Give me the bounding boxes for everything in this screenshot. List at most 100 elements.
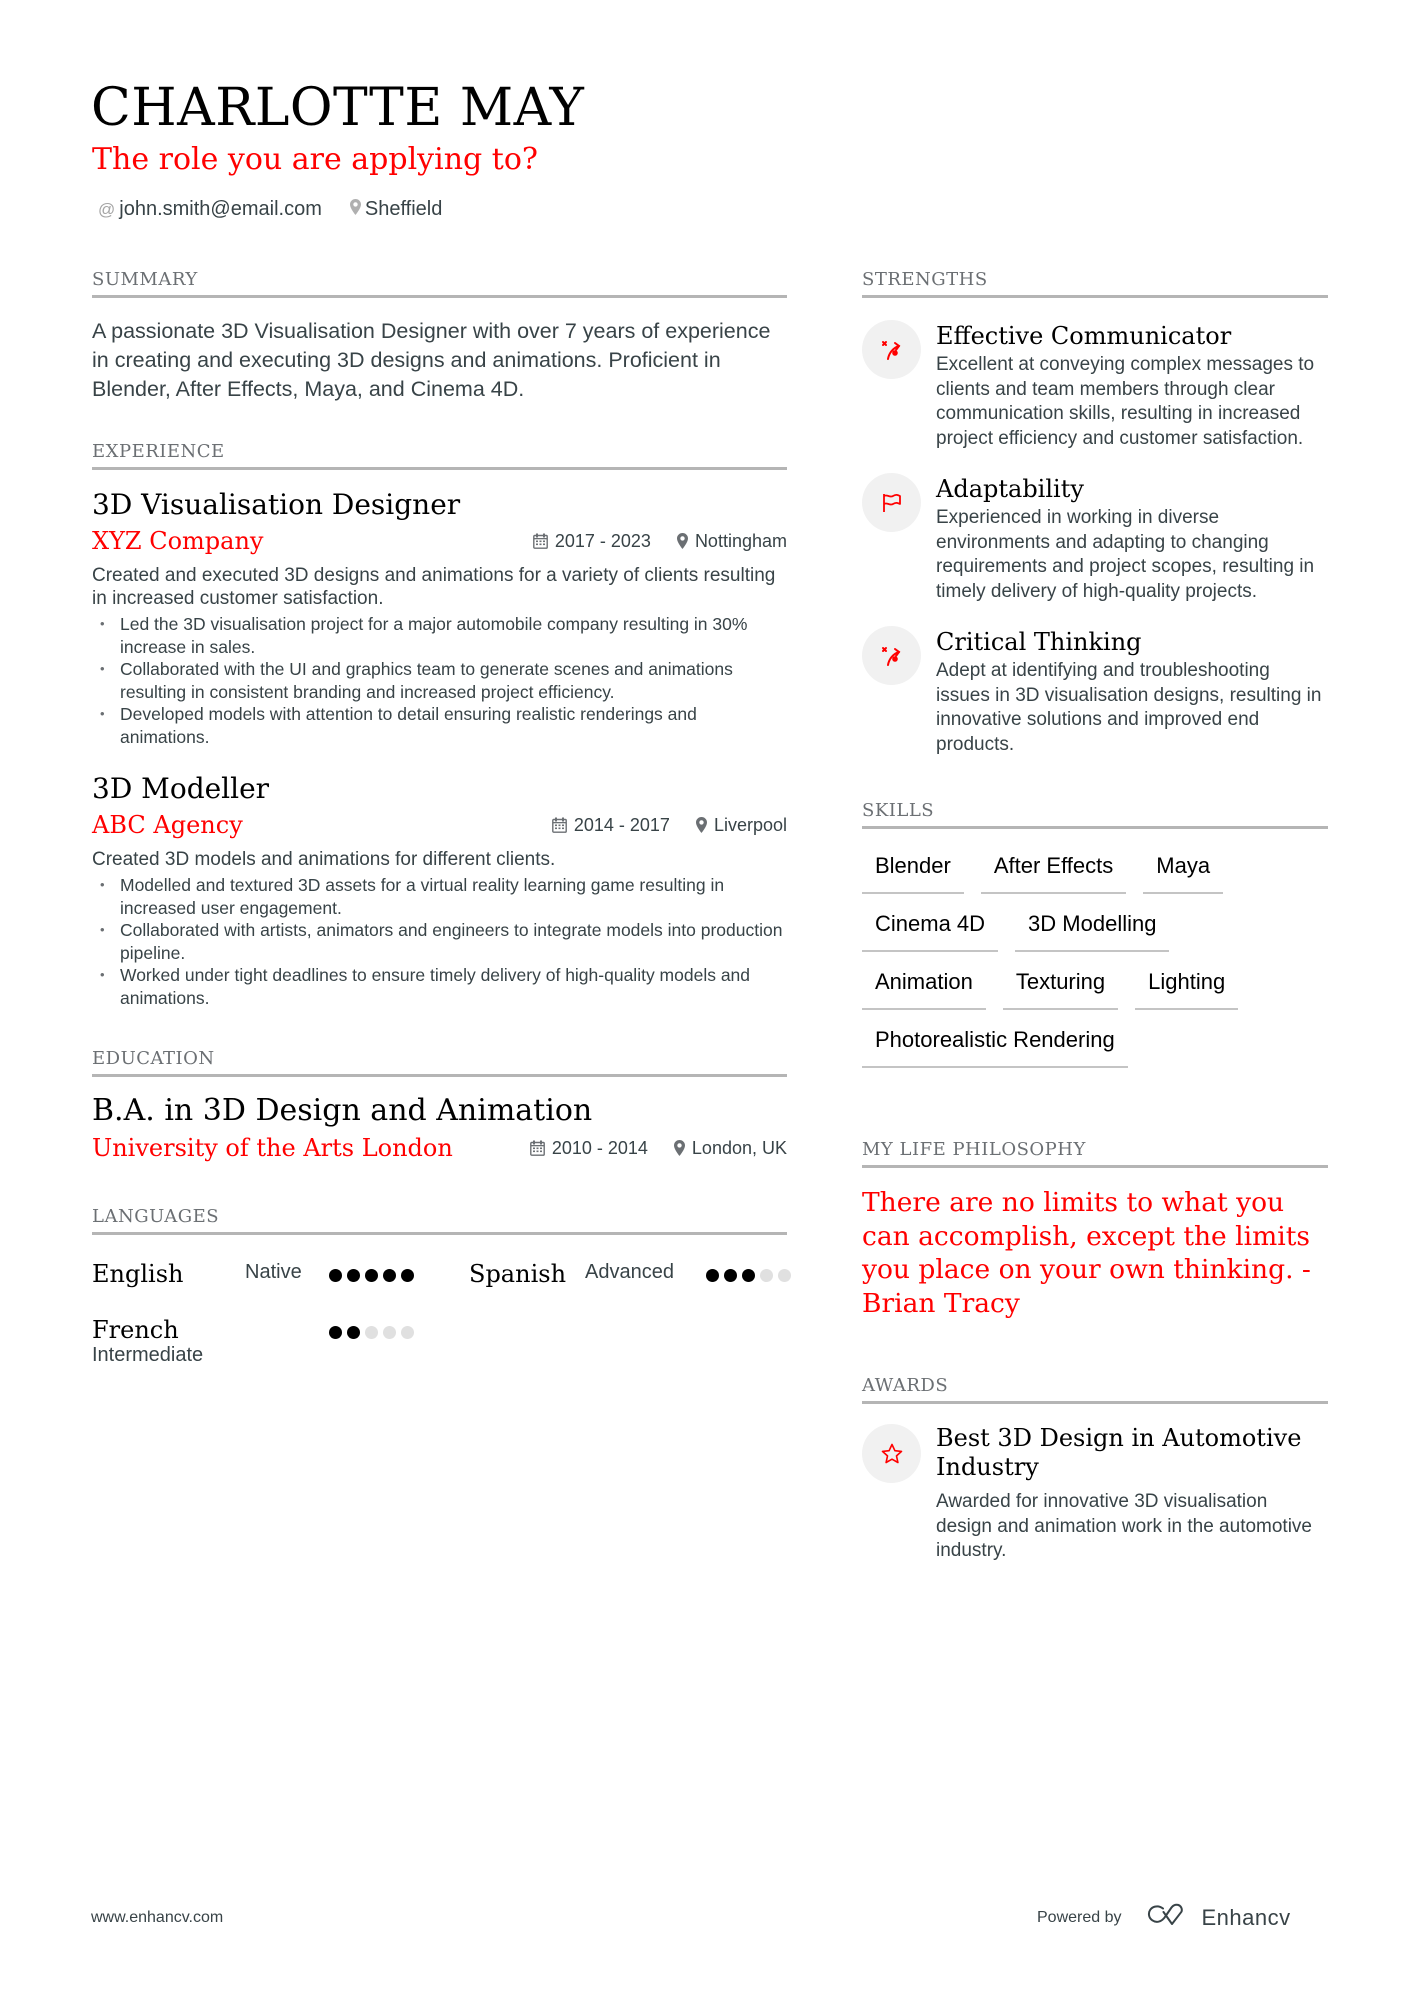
rating-dot-filled [329,1269,342,1282]
education-row: University of the Arts London 2010 - 201… [92,1131,787,1165]
language-level: Native [245,1261,302,1283]
strategy-icon [862,320,921,379]
language-level: Intermediate [92,1344,204,1366]
contact-info: @ john.smith@email.com Sheffield [98,198,470,221]
job-dates: 2017 - 2023 [532,530,651,552]
strength-description: Excellent at conveying complex messages … [936,354,1315,449]
dates-text: 2014 - 2017 [573,814,670,835]
job-header-row: XYZ Company 2017 - 2023 Nottingham [92,524,787,558]
footer-website-link[interactable]: www.enhancv.com [91,1909,223,1927]
summary-text: A passionate 3D Visualisation Designer w… [92,319,771,401]
award-item: Best 3D Design in Automotive Industry Aw… [862,1424,1328,1564]
skill-tag: Animation [862,958,986,1010]
target-role: The role you are applying to? [92,142,538,177]
brand-name: Enhancv [1201,1904,1291,1930]
education-section: EDUCATION B.A. in 3D Design and Animatio… [92,1047,787,1165]
skill-tag: After Effects [980,842,1127,894]
strength-title: Effective Communicator [936,322,1232,350]
job-location: Nottingham [676,530,787,552]
star-icon [862,1424,921,1483]
bullet-item: Collaborated with artists, animators and… [92,919,787,964]
award-body: Best 3D Design in Automotive Industry Aw… [936,1424,1328,1564]
skills-list: Blender After Effects Maya Cinema 4D 3D … [862,842,1328,1074]
strength-item: Effective Communicator Excellent at conv… [862,320,1328,451]
calendar-icon [532,533,548,549]
location-pin-icon [349,199,361,220]
company-name: XYZ Company [92,527,264,555]
dates-text: 2017 - 2023 [554,530,651,551]
language-level-wrap: Advanced [585,1261,674,1284]
company-name: ABC Agency [92,811,243,839]
location-pin-icon [673,1140,685,1156]
education-dates: 2010 - 2014 [529,1137,648,1159]
at-icon: @ [98,199,116,219]
philosophy-section: MY LIFE PHILOSOPHY There are no limits t… [862,1138,1328,1320]
rating-dot-filled [706,1269,719,1282]
section-title: EDUCATION [92,1047,787,1077]
experience-entry: 3D Modeller ABC Agency 2014 - 2017 Liver… [92,770,787,1009]
location-text: Nottingham [694,530,787,551]
rating-dot-empty [401,1326,414,1339]
languages-section: LANGUAGES English Native Spanish Advance… [92,1205,791,1385]
bullet-item: Developed models with attention to detai… [92,703,787,748]
candidate-name: CHARLOTTE MAY [91,78,585,138]
strength-body: Critical Thinking Adept at identifying a… [936,626,1328,757]
strength-title: Adaptability [936,475,1084,503]
language-level-wrap: Intermediate [92,1344,203,1367]
rating-dot-filled [365,1269,378,1282]
strengths-section: STRENGTHS Effective Communicator Excelle… [862,268,1328,757]
rating-dot-filled [329,1326,342,1339]
strength-body: Adaptability Experienced in working in d… [936,473,1328,604]
job-bullets: Led the 3D visualisation project for a m… [92,613,787,748]
section-title: AWARDS [862,1374,1328,1404]
skill-tag: Blender [862,842,964,894]
language-rating [329,1326,419,1339]
rating-dot-filled [383,1269,396,1282]
strength-title: Critical Thinking [936,628,1142,656]
bullet-item: Led the 3D visualisation project for a m… [92,613,787,658]
location-text: London, UK [691,1137,787,1158]
section-title: MY LIFE PHILOSOPHY [862,1138,1328,1168]
calendar-icon [551,817,567,833]
left-column: SUMMARY A passionate 3D Visualisation De… [92,268,791,1385]
skills-section: SKILLS Blender After Effects Maya Cinema… [862,799,1328,1074]
job-description: Created 3D models and animations for dif… [92,849,556,870]
section-title: STRENGTHS [862,268,1328,298]
rating-dot-filled [347,1269,360,1282]
job-header-row: ABC Agency 2014 - 2017 Liverpool [92,808,787,842]
enhancv-logo-icon [1146,1903,1192,1932]
bullet-item: Worked under tight deadlines to ensure t… [92,964,787,1009]
strength-body: Effective Communicator Excellent at conv… [936,320,1328,451]
education-meta: 2010 - 2014 London, UK [529,1137,787,1159]
award-description: Awarded for innovative 3D visualisation … [936,1491,1313,1561]
section-title: SUMMARY [92,268,787,298]
language-level: Advanced [585,1261,674,1283]
rating-dot-empty [365,1326,378,1339]
job-meta: 2017 - 2023 Nottingham [532,530,787,552]
skill-tag: Cinema 4D [862,900,999,952]
awards-section: AWARDS Best 3D Design in Automotive Indu… [862,1374,1328,1564]
contact-email[interactable]: @ john.smith@email.com [98,198,322,221]
rating-dot-filled [742,1269,755,1282]
award-title: Best 3D Design in Automotive Industry [936,1424,1302,1481]
strength-item: Critical Thinking Adept at identifying a… [862,626,1328,757]
location-text: Liverpool [713,814,787,835]
language-rating [706,1269,796,1282]
job-meta: 2014 - 2017 Liverpool [551,814,787,836]
language-item: Spanish [469,1259,566,1289]
right-column: STRENGTHS Effective Communicator Excelle… [862,268,1328,1564]
strength-description: Experienced in working in diverse enviro… [936,507,1315,602]
rating-dot-filled [724,1269,737,1282]
footer-branding[interactable]: Powered by Enhancv [1037,1903,1291,1932]
dates-text: 2010 - 2014 [551,1137,648,1158]
skill-tag: 3D Modelling [1015,900,1170,952]
job-title: 3D Visualisation Designer [92,488,461,521]
language-name: English [92,1260,184,1288]
experience-entry: 3D Visualisation Designer XYZ Company 20… [92,486,787,748]
section-title: SKILLS [862,799,1328,829]
languages-list: English Native Spanish Advanced French I… [92,1235,791,1385]
education-location: London, UK [673,1137,787,1159]
job-location: Liverpool [695,814,787,836]
job-dates: 2014 - 2017 [551,814,670,836]
bullet-item: Modelled and textured 3D assets for a vi… [92,874,787,919]
